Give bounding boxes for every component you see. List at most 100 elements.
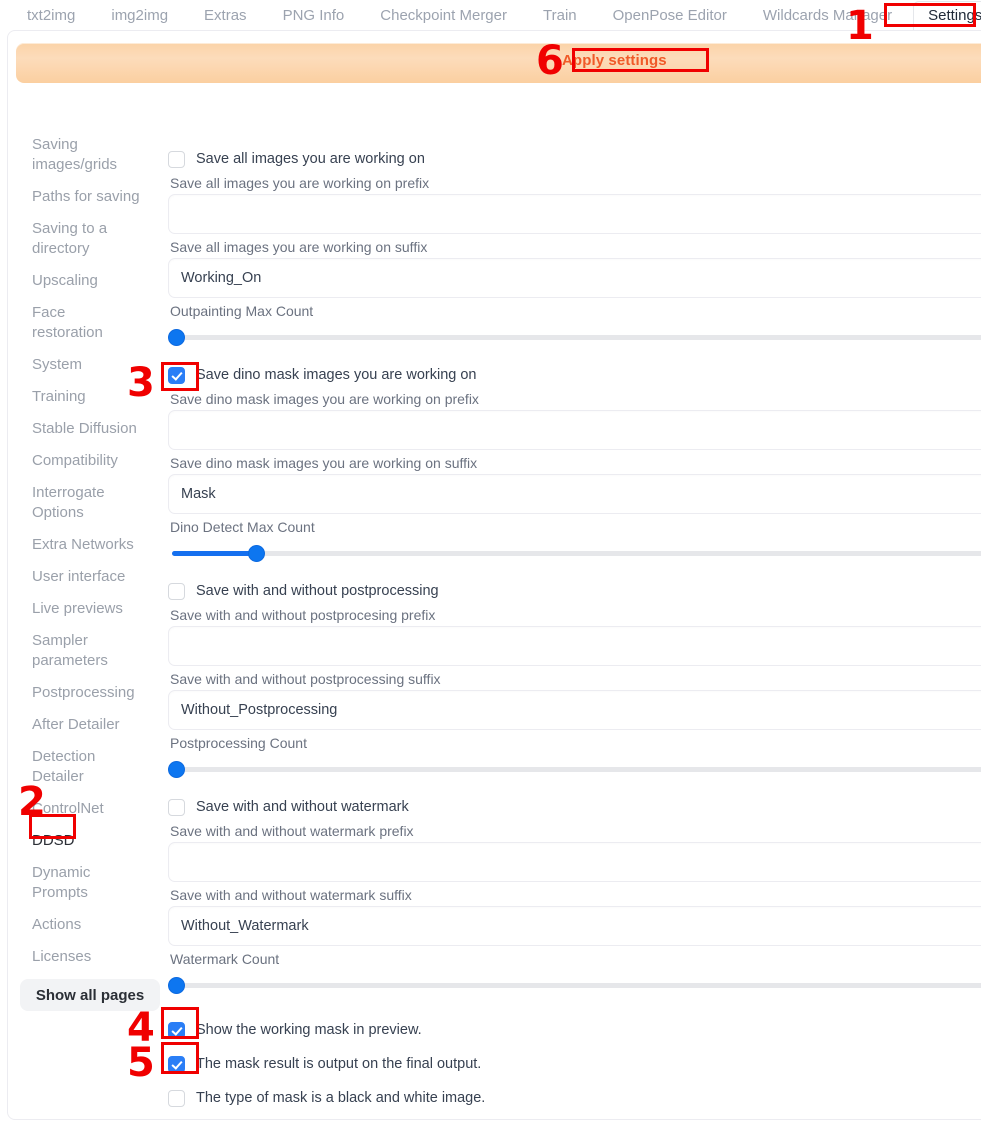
save-postprocessing-slider-track — [172, 767, 981, 772]
settings-group-save-postprocessing: Save with and without postprocessing Save… — [168, 580, 981, 796]
save-dino-mask-slider-label: Dino Detect Max Count — [170, 519, 315, 535]
annotation-number-2: 2 — [18, 779, 46, 825]
save-dino-mask-slider[interactable] — [168, 542, 981, 564]
save-all-images-checkbox-row[interactable]: Save all images you are working on — [168, 148, 981, 170]
sidebar-item-user-interface[interactable]: User interface — [12, 567, 140, 587]
tab-img2img[interactable]: img2img — [96, 1, 183, 31]
sidebar-item-dynamic-prompts[interactable]: Dynamic Prompts — [12, 863, 140, 903]
sidebar-item-saving-to-a-directory[interactable]: Saving to a directory — [12, 219, 140, 259]
tab-wildcards-manager[interactable]: Wildcards Manager — [748, 1, 907, 31]
show-working-mask-checkbox[interactable] — [168, 1021, 185, 1039]
show-working-mask-checkbox-label[interactable]: Show the working mask in preview. — [196, 1022, 422, 1038]
sidebar-item-training[interactable]: Training — [12, 387, 140, 407]
save-watermark-checkbox-row[interactable]: Save with and without watermark — [168, 796, 981, 818]
save-all-images-suffix-label: Save all images you are working on suffi… — [170, 239, 428, 255]
save-dino-mask-slider-thumb[interactable] — [247, 545, 265, 562]
save-postprocessing-checkbox[interactable] — [168, 582, 185, 600]
tab-settings[interactable]: Settings — [913, 0, 981, 31]
save-postprocessing-slider-label: Postprocessing Count — [170, 735, 307, 751]
annotation-number-1: 1 — [846, 3, 874, 49]
save-watermark-checkbox[interactable] — [168, 798, 185, 816]
show-working-mask-checkbox-row[interactable]: Show the working mask in preview. — [168, 1013, 485, 1047]
save-postprocessing-prefix-label: Save with and without postprocesing pref… — [170, 607, 436, 623]
settings-form: Save all images you are working on Save a… — [168, 148, 981, 1012]
mask-result-final-output-checkbox[interactable] — [168, 1055, 185, 1073]
sidebar-item-compatibility[interactable]: Compatibility — [12, 451, 140, 471]
save-all-images-slider[interactable] — [168, 326, 981, 348]
save-watermark-suffix-input[interactable]: Without_Watermark — [168, 906, 981, 946]
save-watermark-prefix-label: Save with and without watermark prefix — [170, 823, 414, 839]
save-dino-mask-slider-fill — [172, 551, 252, 556]
save-postprocessing-suffix-label: Save with and without postprocessing suf… — [170, 671, 441, 687]
mask-result-final-output-checkbox-row[interactable]: The mask result is output on the final o… — [168, 1047, 485, 1081]
save-watermark-slider-label: Watermark Count — [170, 951, 280, 967]
sidebar-item-system[interactable]: System — [12, 355, 140, 375]
save-dino-mask-checkbox-label[interactable]: Save dino mask images you are working on — [196, 367, 476, 383]
save-dino-mask-checkbox-row[interactable]: Save dino mask images you are working on — [168, 364, 981, 386]
sidebar-item-interrogate-options[interactable]: Interrogate Options — [12, 483, 140, 523]
save-postprocessing-slider-thumb[interactable] — [168, 761, 185, 778]
save-all-images-prefix-label: Save all images you are working on prefi… — [170, 175, 430, 191]
save-watermark-slider-thumb[interactable] — [168, 977, 185, 994]
save-dino-mask-suffix-label: Save dino mask images you are working on… — [170, 455, 478, 471]
apply-settings-label[interactable]: Apply settings — [562, 52, 667, 69]
sidebar-item-sampler-parameters[interactable]: Sampler parameters — [12, 631, 140, 671]
mask-black-white-checkbox[interactable] — [168, 1089, 185, 1107]
save-postprocessing-prefix-input[interactable] — [168, 626, 981, 666]
save-all-images-slider-label: Outpainting Max Count — [170, 303, 314, 319]
save-watermark-slider[interactable] — [168, 974, 981, 996]
annotation-number-6: 6 — [536, 38, 564, 84]
mask-black-white-checkbox-row[interactable]: The type of mask is a black and white im… — [168, 1081, 485, 1115]
settings-page: txt2img img2img Extras PNG Info Checkpoint M… — [0, 0, 981, 1124]
save-all-images-checkbox-label[interactable]: Save all images you are working on — [196, 151, 425, 167]
annotation-number-3: 3 — [127, 360, 155, 406]
sidebar-item-upscaling[interactable]: Upscaling — [12, 271, 140, 291]
sidebar-item-saving-images-grids[interactable]: Saving images/grids — [12, 135, 140, 175]
save-postprocessing-slider[interactable] — [168, 758, 981, 780]
tab-extras[interactable]: Extras — [189, 1, 262, 31]
sidebar-item-after-detailer[interactable]: After Detailer — [12, 715, 140, 735]
save-dino-mask-checkbox[interactable] — [168, 366, 185, 384]
save-dino-mask-slider-track — [172, 551, 981, 556]
save-all-images-suffix-input[interactable]: Working_On — [168, 258, 981, 298]
apply-settings-button[interactable] — [16, 43, 981, 83]
sidebar-item-paths-for-saving[interactable]: Paths for saving — [12, 187, 140, 207]
save-all-images-prefix-input[interactable] — [168, 194, 981, 234]
tab-png-info[interactable]: PNG Info — [268, 1, 360, 31]
sidebar-item-live-previews[interactable]: Live previews — [12, 599, 140, 619]
mask-result-final-output-checkbox-label[interactable]: The mask result is output on the final o… — [196, 1056, 481, 1072]
save-watermark-prefix-input[interactable] — [168, 842, 981, 882]
save-dino-mask-prefix-label: Save dino mask images you are working on… — [170, 391, 479, 407]
annotation-number-5: 5 — [127, 1040, 155, 1086]
sidebar-item-extra-networks[interactable]: Extra Networks — [12, 535, 140, 555]
tab-openpose-editor[interactable]: OpenPose Editor — [598, 1, 742, 31]
settings-group-save-dino-mask: Save dino mask images you are working on… — [168, 364, 981, 580]
save-dino-mask-prefix-input[interactable] — [168, 410, 981, 450]
sidebar-item-actions[interactable]: Actions — [12, 915, 140, 935]
sidebar-item-postprocessing[interactable]: Postprocessing — [12, 683, 140, 703]
mask-black-white-checkbox-label[interactable]: The type of mask is a black and white im… — [196, 1090, 485, 1106]
save-all-images-slider-thumb[interactable] — [168, 329, 185, 346]
sidebar-item-stable-diffusion[interactable]: Stable Diffusion — [12, 419, 140, 439]
save-dino-mask-suffix-input[interactable]: Mask — [168, 474, 981, 514]
tab-train[interactable]: Train — [528, 1, 592, 31]
sidebar-item-ddsd[interactable]: DDSD — [12, 831, 140, 851]
save-postprocessing-suffix-input[interactable]: Without_Postprocessing — [168, 690, 981, 730]
top-tab-bar: txt2img img2img Extras PNG Info Checkpoint M… — [0, 0, 981, 31]
tab-checkpoint-merger[interactable]: Checkpoint Merger — [365, 1, 522, 31]
bottom-checkbox-group: Show the working mask in preview. The mas… — [168, 1013, 485, 1115]
sidebar-item-licenses[interactable]: Licenses — [12, 947, 140, 967]
save-postprocessing-checkbox-label[interactable]: Save with and without postprocessing — [196, 583, 439, 599]
save-all-images-checkbox[interactable] — [168, 150, 185, 168]
save-watermark-suffix-label: Save with and without watermark suffix — [170, 887, 412, 903]
settings-group-save-all-images: Save all images you are working on Save a… — [168, 148, 981, 364]
save-watermark-checkbox-label[interactable]: Save with and without watermark — [196, 799, 409, 815]
save-postprocessing-checkbox-row[interactable]: Save with and without postprocessing — [168, 580, 981, 602]
save-all-images-slider-track — [172, 335, 981, 340]
settings-sidebar: Saving images/grids Paths for saving Savin… — [12, 135, 162, 1011]
tab-txt2img[interactable]: txt2img — [12, 1, 90, 31]
sidebar-item-face-restoration[interactable]: Face restoration — [12, 303, 140, 343]
